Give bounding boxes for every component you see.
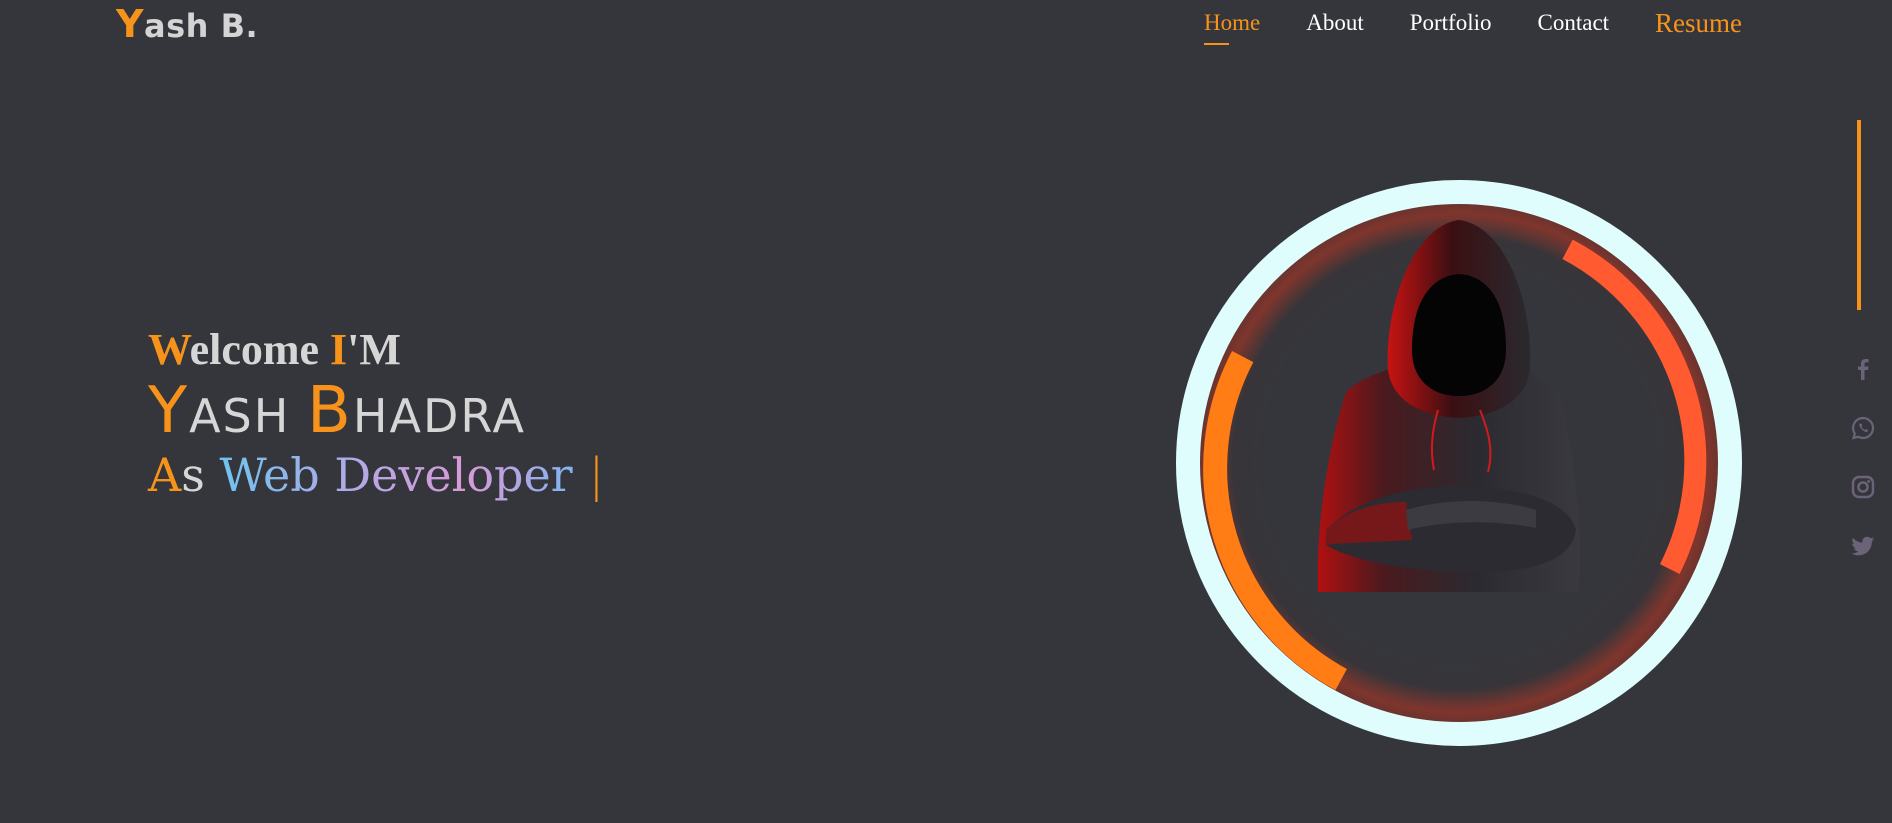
profile-graphic bbox=[1176, 180, 1742, 746]
logo-text: ash B. bbox=[144, 7, 259, 45]
name-last-rest: HADRA bbox=[352, 389, 526, 443]
instagram-icon[interactable] bbox=[1850, 474, 1876, 500]
logo-initial: Y bbox=[116, 2, 145, 46]
nav-contact[interactable]: Contact bbox=[1538, 10, 1610, 36]
whatsapp-icon[interactable] bbox=[1850, 415, 1876, 441]
resume-button[interactable]: Resume bbox=[1655, 8, 1742, 39]
typing-cursor: | bbox=[588, 448, 605, 502]
role-title: Web Developer bbox=[219, 448, 573, 502]
nav-home[interactable]: Home bbox=[1204, 10, 1260, 45]
role-prefix: s bbox=[181, 448, 220, 502]
twitter-icon[interactable] bbox=[1850, 533, 1876, 559]
welcome-text: elcome bbox=[189, 325, 331, 374]
nav-portfolio[interactable]: Portfolio bbox=[1410, 10, 1492, 36]
welcome-suffix: 'M bbox=[347, 325, 401, 374]
social-divider-line bbox=[1857, 120, 1861, 310]
hero-intro: Welcome I'M YASH BHADRA As Web Developer… bbox=[148, 322, 604, 503]
name-initial-last: B bbox=[306, 374, 353, 448]
welcome-i: I bbox=[330, 325, 348, 374]
facebook-icon[interactable] bbox=[1850, 356, 1876, 382]
profile-ring-svg bbox=[1176, 180, 1742, 746]
role-initial: A bbox=[148, 448, 182, 502]
welcome-heading: Welcome I'M bbox=[148, 322, 604, 378]
name-initial-first: Y bbox=[148, 374, 190, 448]
logo[interactable]: Yash B. bbox=[116, 2, 258, 46]
hero-role: As Web Developer | bbox=[148, 447, 604, 503]
nav-about[interactable]: About bbox=[1306, 10, 1364, 36]
hero-name: YASH BHADRA bbox=[148, 379, 604, 447]
welcome-initial: W bbox=[148, 325, 190, 374]
main-nav: Home About Portfolio Contact Resume bbox=[1204, 8, 1742, 45]
name-first-rest: ASH bbox=[189, 389, 307, 443]
